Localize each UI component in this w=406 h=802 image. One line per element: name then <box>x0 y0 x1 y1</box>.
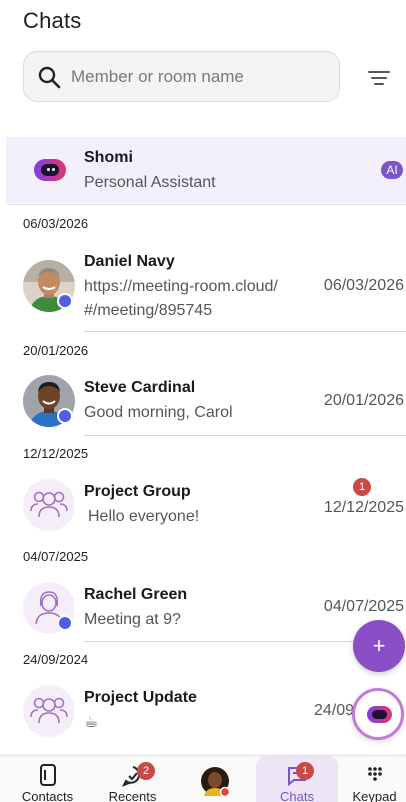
divider <box>84 435 406 436</box>
tab-label: Keypad <box>352 789 397 802</box>
search-icon <box>38 66 61 88</box>
date-header: 20/01/2026 <box>23 343 89 358</box>
group-icon <box>30 697 68 724</box>
filter-icon[interactable] <box>368 70 390 86</box>
profile-avatar <box>201 767 230 796</box>
chat-time: 24/09 <box>314 702 355 719</box>
tab-keypad[interactable]: Keypad <box>343 756 406 802</box>
chat-item-steve-cardinal[interactable]: Steve Cardinal Good morning, Carol 20/01… <box>0 368 406 436</box>
search-box[interactable] <box>23 51 340 102</box>
recents-badge: 2 <box>137 762 155 780</box>
presence-status-dot <box>57 293 73 309</box>
chat-time: 20/01/2026 <box>323 392 404 409</box>
chat-last-message-line2: #/meeting/895745 <box>84 302 213 319</box>
divider <box>6 204 406 205</box>
chat-name: Rachel Green <box>84 586 188 603</box>
bottom-tab-bar: Contacts 2 Recents 1 Chats Keypad <box>0 755 406 802</box>
group-icon <box>30 491 68 518</box>
divider <box>84 331 406 332</box>
keypad-icon <box>367 767 382 781</box>
date-header: 24/09/2024 <box>23 652 89 667</box>
presence-status-dot <box>57 615 73 631</box>
chat-last-message: Meeting at 9? <box>84 611 181 628</box>
group-avatar <box>23 479 75 531</box>
tab-contacts[interactable]: Contacts <box>10 756 85 802</box>
chat-last-message: https://meeting-room.cloud/ <box>84 278 278 295</box>
date-header: 12/12/2025 <box>23 446 89 461</box>
chat-item-daniel-navy[interactable]: Daniel Navy https://meeting-room.cloud/ … <box>0 243 406 332</box>
assistant-name: Shomi <box>84 149 133 166</box>
group-avatar <box>23 685 75 737</box>
new-chat-button[interactable]: + <box>353 620 405 672</box>
chat-item-rachel-green[interactable]: Rachel Green Meeting at 9? 04/07/2025 <box>0 575 406 642</box>
tab-label: Contacts <box>21 789 74 802</box>
presence-status-dot <box>57 408 73 424</box>
assistant-subtitle: Personal Assistant <box>84 174 216 191</box>
chat-time: 06/03/2026 <box>323 277 404 294</box>
date-header: 04/07/2025 <box>23 549 89 564</box>
chat-time: 04/07/2025 <box>323 598 404 615</box>
chat-name: Daniel Navy <box>84 253 175 270</box>
chat-time: 12/12/2025 <box>323 499 404 516</box>
tab-chats[interactable]: 1 Chats <box>256 756 338 802</box>
assistant-row[interactable]: Shomi Personal Assistant AI <box>6 137 406 203</box>
assistant-logo-icon <box>34 159 66 181</box>
chat-name: Project Update <box>84 689 197 706</box>
contacts-icon <box>39 764 56 786</box>
chats-badge: 1 <box>296 762 314 780</box>
chat-item-project-update[interactable]: Project Update ☕ 24/09 <box>0 678 406 744</box>
tab-label: Recents <box>108 789 157 802</box>
tab-recents[interactable]: 2 Recents <box>95 756 170 802</box>
assistant-logo-icon <box>367 706 392 723</box>
chat-last-message: ☕ <box>84 714 99 731</box>
assistant-fab-button[interactable] <box>352 688 404 740</box>
chat-last-message: Good morning, Carol <box>84 404 233 421</box>
tab-profile[interactable] <box>180 756 250 802</box>
chat-item-project-group[interactable]: Project Group Hello everyone! 1 12/12/20… <box>0 472 406 538</box>
unread-badge: 1 <box>353 478 371 496</box>
chat-last-message: Hello everyone! <box>88 508 200 525</box>
tab-label: Chats <box>280 789 314 802</box>
chat-name: Steve Cardinal <box>84 379 196 396</box>
date-header: 06/03/2026 <box>23 216 89 231</box>
search-input[interactable] <box>71 66 311 87</box>
chat-name: Project Group <box>84 483 191 500</box>
page-title: Chats <box>23 8 82 33</box>
ai-badge: AI <box>381 161 403 179</box>
